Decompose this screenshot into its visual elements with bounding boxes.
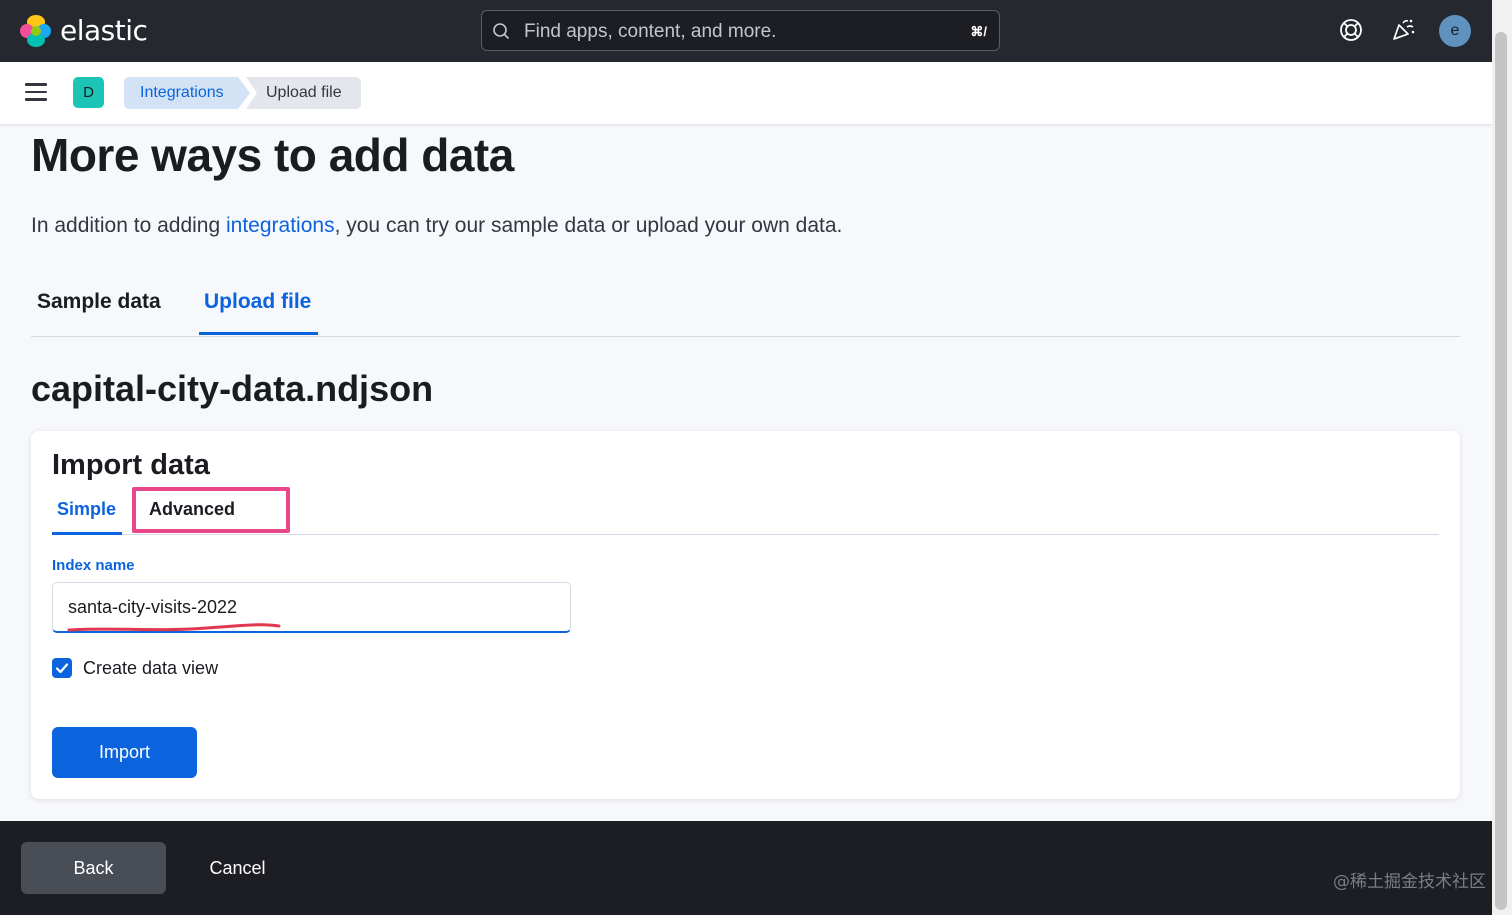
intro-text-end: , you can try our sample data or upload …	[334, 214, 843, 237]
page-title: More ways to add data	[31, 129, 514, 181]
create-data-view-checkbox[interactable]	[52, 658, 72, 678]
bottom-action-bar: Back Cancel @稀土掘金技术社区	[0, 821, 1492, 915]
import-panel-title: Import data	[52, 449, 210, 481]
elastic-logo[interactable]: elastic	[20, 14, 148, 47]
scrollbar-thumb[interactable]	[1495, 32, 1507, 910]
breadcrumb-integrations[interactable]: Integrations	[124, 77, 250, 109]
brand-name: elastic	[60, 14, 148, 47]
breadcrumb-bar: D Integrations Upload file	[0, 62, 1492, 124]
index-name-label: Index name	[52, 557, 135, 574]
import-button[interactable]: Import	[52, 727, 197, 778]
elastic-logo-icon	[20, 14, 52, 47]
global-header: elastic Find apps, content, and more. ⌘/…	[0, 0, 1512, 62]
intro-text-start: In addition to adding	[31, 214, 226, 237]
tab-simple[interactable]: Simple	[57, 499, 116, 520]
tab-sample-data[interactable]: Sample data	[37, 290, 161, 314]
import-data-panel: Import data Simple Advanced Index name C…	[31, 431, 1460, 799]
search-icon	[493, 23, 509, 39]
page-intro: In addition to adding integrations, you …	[31, 214, 842, 238]
integrations-link[interactable]: integrations	[226, 214, 335, 237]
menu-icon[interactable]	[25, 83, 47, 101]
breadcrumb-upload-file: Upload file	[246, 77, 361, 109]
cancel-button[interactable]: Cancel	[190, 842, 285, 894]
add-data-tabs: Sample data Upload file	[31, 276, 1460, 337]
underline-annotation	[67, 623, 281, 632]
global-search-input[interactable]: Find apps, content, and more. ⌘/	[481, 10, 1000, 51]
watermark: @稀土掘金技术社区	[1333, 872, 1486, 892]
tab-upload-file[interactable]: Upload file	[204, 290, 311, 314]
create-data-view-label: Create data view	[83, 658, 219, 678]
newsfeed-icon[interactable]	[1389, 16, 1417, 44]
checkmark-icon	[55, 663, 69, 674]
file-name: capital-city-data.ndjson	[31, 368, 434, 409]
active-subtab-indicator	[52, 532, 122, 535]
active-tab-indicator	[199, 332, 318, 335]
user-avatar[interactable]: e	[1439, 15, 1471, 47]
help-icon[interactable]	[1337, 16, 1365, 44]
advanced-tab-highlight	[132, 487, 290, 533]
search-shortcut: ⌘/	[970, 24, 987, 39]
search-placeholder: Find apps, content, and more.	[524, 21, 777, 42]
space-avatar[interactable]: D	[73, 77, 104, 108]
back-button[interactable]: Back	[21, 842, 166, 894]
